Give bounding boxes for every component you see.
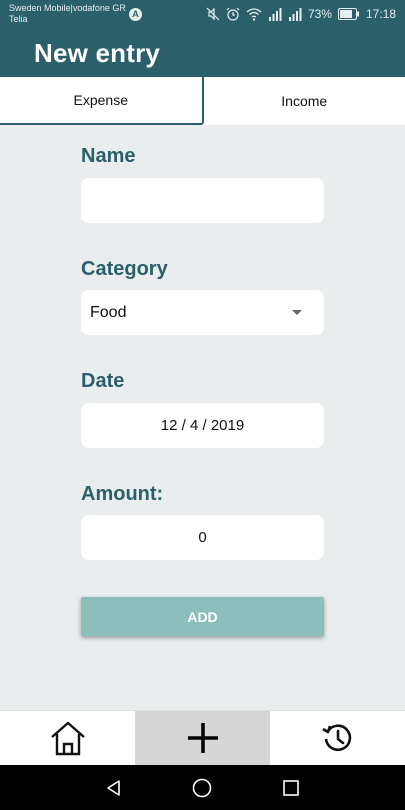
entry-type-tabs: Expense Income [0, 77, 405, 125]
status-bar: Sweden Mobile|vodafone GR Telia A 73% 17… [0, 0, 405, 28]
carrier-info: Sweden Mobile|vodafone GR Telia [9, 3, 126, 25]
status-indicators: 73% 17:18 [206, 5, 396, 23]
amount-label: Amount: [81, 483, 164, 505]
app-bar: New entry [0, 28, 405, 77]
mute-icon [206, 7, 220, 21]
history-icon [321, 724, 351, 752]
signal-icon [288, 7, 302, 21]
tab-income-label: Income [281, 93, 328, 109]
plus-icon [187, 723, 218, 753]
home-icon [50, 721, 85, 756]
category-label: Category [81, 258, 168, 280]
home-circle-icon[interactable] [192, 778, 212, 798]
tab-income[interactable]: Income [204, 77, 405, 125]
recents-icon[interactable] [282, 779, 300, 797]
system-nav-bar [0, 765, 405, 810]
amount-input[interactable]: 0 [81, 515, 324, 560]
date-value: 12 / 4 / 2019 [160, 417, 245, 434]
date-label: Date [81, 370, 125, 392]
add-button-label: ADD [187, 608, 218, 625]
screen: Sweden Mobile|vodafone GR Telia A 73% 17… [0, 0, 405, 810]
tab-expense[interactable]: Expense [0, 77, 204, 125]
date-field[interactable]: 12 / 4 / 2019 [81, 403, 324, 448]
status-time: 17:18 [365, 7, 396, 21]
category-select[interactable]: Food [81, 290, 324, 335]
amount-value: 0 [198, 529, 207, 546]
alarm-icon [226, 7, 240, 21]
battery-percent: 73% [307, 7, 332, 21]
add-button[interactable]: ADD [81, 597, 324, 636]
carrier-line2: Telia [9, 14, 28, 24]
carrier-line1: Sweden Mobile|vodafone GR [9, 3, 126, 13]
signal-icon [268, 7, 282, 21]
name-input[interactable] [81, 178, 324, 223]
back-icon[interactable] [105, 779, 123, 797]
tab-expense-label: Expense [73, 92, 128, 108]
battery-icon [337, 8, 359, 20]
app-notification-icon: A [129, 8, 142, 21]
nav-home[interactable] [0, 711, 135, 765]
page-title: New entry [34, 38, 161, 68]
nav-add[interactable] [135, 711, 270, 765]
bottom-nav [0, 710, 405, 765]
nav-history[interactable] [270, 711, 405, 765]
wifi-icon [246, 7, 262, 21]
dropdown-caret-icon [292, 310, 302, 315]
name-label: Name [81, 145, 136, 167]
category-value: Food [90, 303, 127, 321]
